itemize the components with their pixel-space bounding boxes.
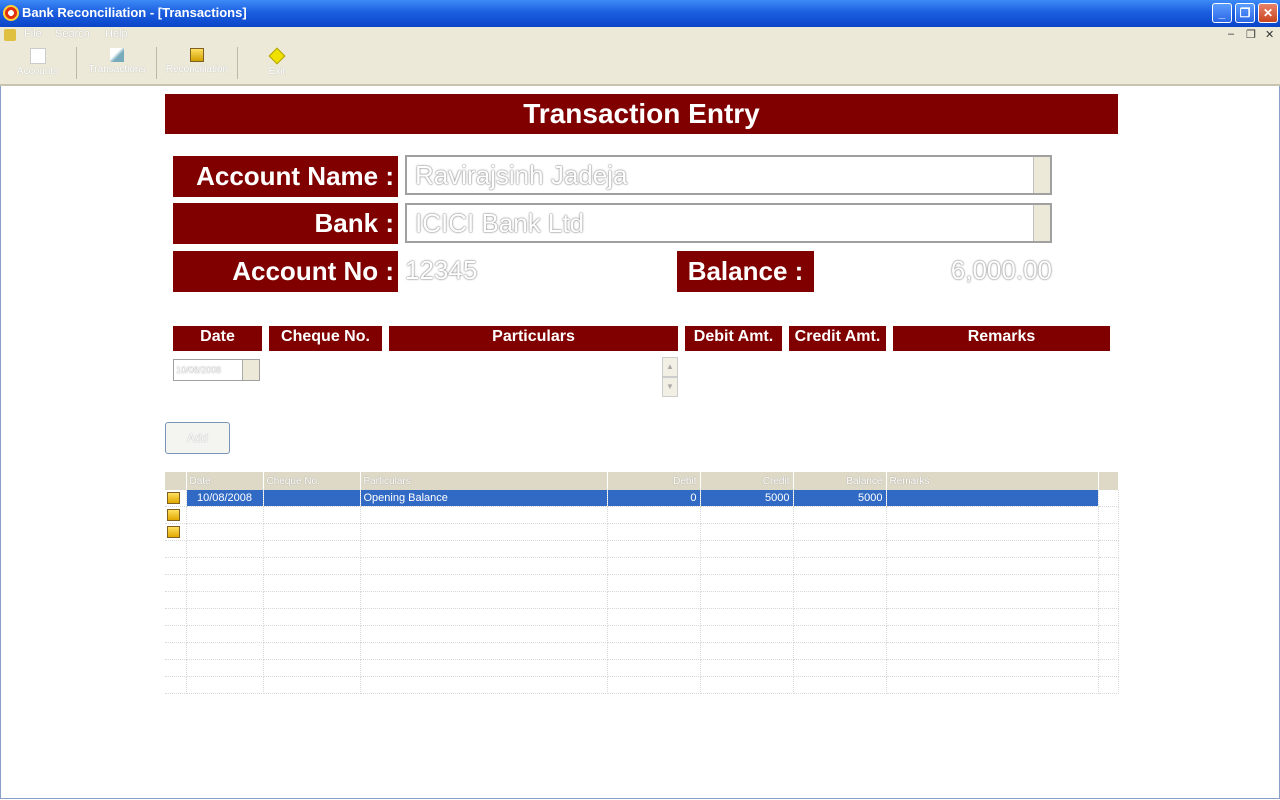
cell-remarks[interactable] (886, 490, 1099, 507)
account-no-label: Account No : (173, 251, 398, 292)
balance-label: Balance : (677, 251, 814, 292)
entry-col-remarks: Remarks (893, 326, 1110, 351)
form-heading: Transaction Entry (165, 94, 1118, 134)
mdi-child-icon (4, 29, 16, 41)
row-selector[interactable] (165, 506, 187, 524)
row-filler (1098, 490, 1119, 507)
dropdown-arrow-icon[interactable] (1033, 205, 1050, 241)
entry-col-debit: Debit Amt. (685, 326, 782, 351)
date-value: 10/08/2008 (176, 365, 222, 375)
toolbar: Accounts Transactions Reconciliation Exi… (0, 43, 1280, 86)
maximize-button[interactable]: ❐ (1235, 3, 1255, 23)
bank-value: ICICI Bank Ltd (415, 208, 585, 238)
toolbar-transactions-button[interactable]: Transactions (82, 45, 152, 81)
table-row (165, 557, 1119, 575)
date-picker[interactable]: 10/08/2008 (173, 359, 260, 381)
bank-combo[interactable]: ICICI Bank Ltd (405, 203, 1052, 243)
calendar-dropdown-icon[interactable] (242, 360, 259, 380)
toolbar-separator (156, 47, 157, 79)
grid-col-debit[interactable]: Debit (607, 472, 701, 490)
menu-search[interactable]: Search (55, 28, 90, 40)
account-name-label: Account Name : (173, 156, 398, 197)
table-row (165, 540, 1119, 558)
table-row (165, 676, 1119, 694)
cell-particulars[interactable]: Opening Balance (360, 490, 608, 507)
minimize-button[interactable]: _ (1212, 3, 1232, 23)
dropdown-arrow-icon[interactable] (1033, 157, 1050, 193)
menu-help[interactable]: Help (105, 28, 128, 40)
entry-col-date: Date (173, 326, 262, 351)
mdi-close-icon[interactable]: ✕ (1265, 28, 1274, 41)
entry-col-cheque: Cheque No. (269, 326, 382, 351)
table-row (165, 642, 1119, 660)
row-edit-icon (167, 509, 180, 522)
window-title: Bank Reconciliation - [Transactions] (22, 5, 247, 20)
row-edit-icon (167, 492, 180, 505)
balance-value: 6,000.00 (950, 255, 1052, 285)
cell-cheque[interactable] (263, 490, 361, 507)
entry-col-particulars: Particulars (389, 326, 678, 351)
document-icon (29, 48, 46, 64)
account-name-value: Ravirajsinh Jadeja (415, 160, 628, 190)
grid-col-credit[interactable]: Credit (700, 472, 794, 490)
row-selector[interactable] (165, 523, 187, 541)
grid-corner (165, 472, 187, 490)
table-row[interactable] (165, 523, 1119, 541)
cell-date[interactable]: 10/08/2008 (186, 490, 264, 507)
toolbar-exit-button[interactable]: Exit (252, 45, 302, 81)
close-button[interactable]: ✕ (1258, 3, 1278, 23)
table-row (165, 608, 1119, 626)
menu-bar: File Search Help – ❐ ✕ (0, 27, 1280, 43)
toolbar-separator (76, 47, 77, 79)
mdi-restore-icon[interactable]: ❐ (1246, 28, 1256, 41)
row-edit-icon (167, 526, 180, 539)
table-row[interactable] (165, 506, 1119, 524)
grid-col-particulars[interactable]: Particulars (360, 472, 608, 490)
row-selector[interactable] (165, 490, 187, 507)
cell-debit[interactable]: 0 (607, 490, 701, 507)
wand-icon (110, 48, 124, 62)
app-icon (3, 5, 19, 21)
window-titlebar: Bank Reconciliation - [Transactions] _ ❐… (0, 0, 1280, 27)
exit-diamond-icon (268, 47, 286, 65)
grid-col-balance[interactable]: Balance (793, 472, 887, 490)
bank-label: Bank : (173, 203, 398, 244)
toolbar-separator (237, 47, 238, 79)
grid-edit-icon (190, 48, 204, 62)
grid-col-filler (1098, 472, 1119, 490)
transactions-grid[interactable]: Date Cheque No. Particulars Debit Credit… (165, 472, 1119, 702)
table-row (165, 659, 1119, 677)
add-button[interactable]: Add (165, 422, 230, 454)
scroll-down-icon[interactable]: ▼ (662, 377, 678, 397)
menu-file[interactable]: File (24, 28, 42, 40)
grid-col-remarks[interactable]: Remarks (886, 472, 1099, 490)
scroll-up-icon[interactable]: ▲ (662, 357, 678, 377)
grid-col-date[interactable]: Date (186, 472, 264, 490)
table-row (165, 591, 1119, 609)
toolbar-accounts-button[interactable]: Accounts (5, 45, 70, 81)
mdi-minimize-icon[interactable]: – (1228, 28, 1234, 40)
particulars-scrollbar[interactable]: ▲ ▼ (662, 357, 678, 399)
grid-col-cheque[interactable]: Cheque No. (263, 472, 361, 490)
grid-header-row: Date Cheque No. Particulars Debit Credit… (165, 472, 1119, 490)
toolbar-reconciliation-button[interactable]: Reconciliation (160, 45, 234, 81)
cell-balance[interactable]: 5000 (793, 490, 887, 507)
account-name-combo[interactable]: Ravirajsinh Jadeja (405, 155, 1052, 195)
cell-credit[interactable]: 5000 (700, 490, 794, 507)
table-row (165, 574, 1119, 592)
account-no-value: 12345 (405, 255, 478, 285)
table-row (165, 625, 1119, 643)
entry-col-credit: Credit Amt. (789, 326, 886, 351)
table-row[interactable]: 10/08/2008 Opening Balance 0 5000 5000 (165, 490, 1119, 507)
